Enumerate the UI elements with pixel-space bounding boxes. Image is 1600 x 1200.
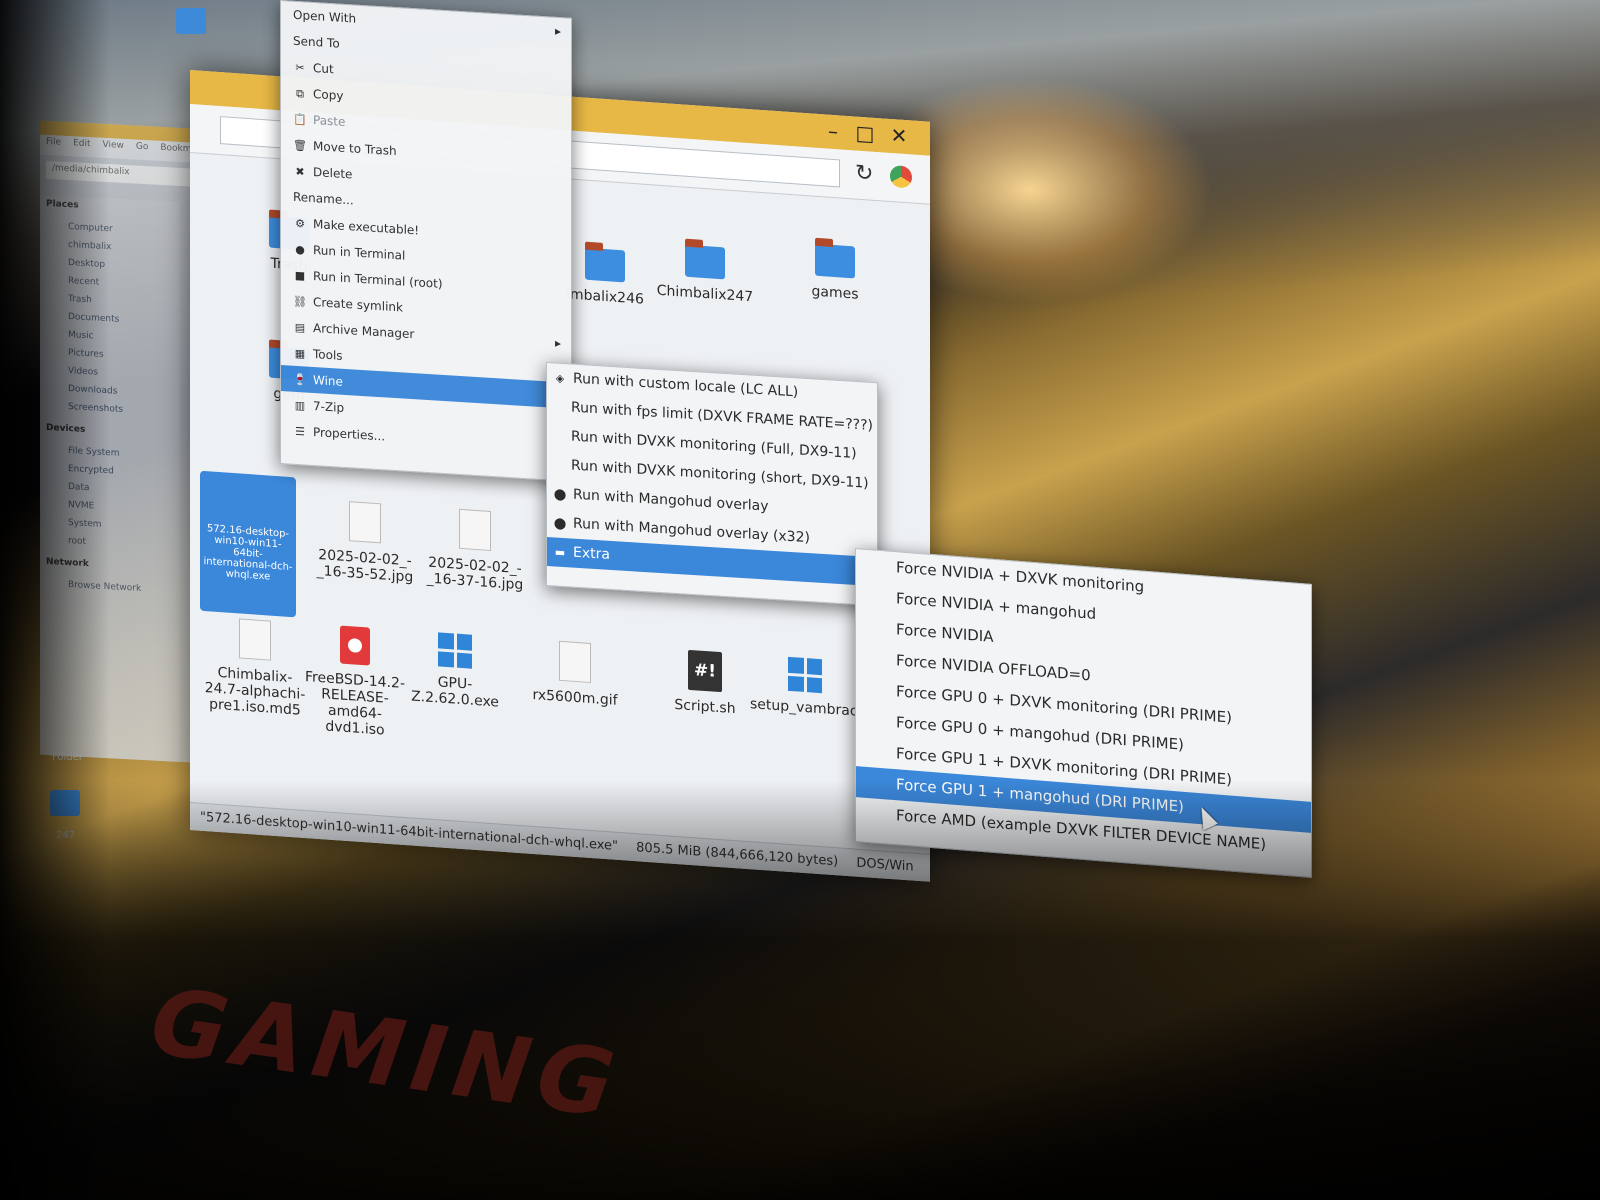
context-menu-label: Delete xyxy=(313,165,353,182)
file-item-label: games xyxy=(811,283,859,303)
file-item-label: rx5600m.gif xyxy=(532,686,618,709)
close-button[interactable]: ✕ xyxy=(886,123,912,149)
context-menu-label: Archive Manager xyxy=(313,321,415,342)
file-item[interactable]: FreeBSD-14.2-RELEASE-amd64-dvd1.iso xyxy=(300,623,410,741)
cut-icon: ✂ xyxy=(295,60,305,75)
extra-submenu: Force NVIDIA + DXVK monitoring Force NVID… xyxy=(855,548,1312,878)
file-item[interactable]: GPU-Z.2.62.0.exe xyxy=(400,630,510,712)
paste-icon: 📋 xyxy=(293,112,307,127)
context-menu-label: Move to Trash xyxy=(313,139,397,159)
context-menu-label: Run in Terminal xyxy=(313,243,406,263)
file-item[interactable]: 2025-02-02_-_16-35-52.jpg xyxy=(310,498,420,586)
context-menu-label: Run in Terminal (root) xyxy=(313,269,443,291)
selected-file-item[interactable]: 572.16-desktop-win10-win11-64bit-interna… xyxy=(200,470,296,618)
context-menu-label: Cut xyxy=(313,61,334,77)
file-item-label: setup_vambrace_cold_soul_1.11_(64bit)_(3… xyxy=(750,696,1122,738)
windows-exe-icon xyxy=(788,656,822,694)
sidebar-item[interactable]: Browse Network xyxy=(54,575,166,599)
file-item[interactable]: games xyxy=(780,241,890,305)
wine-item-icon: ⬤ xyxy=(553,487,567,502)
file-item[interactable]: #! Script.sh xyxy=(650,647,760,719)
terminal-root-icon: ■ xyxy=(294,268,306,283)
file-item[interactable]: Chimbalix247 xyxy=(650,242,760,306)
background-sidebar: Places Computer chimbalix Desktop Recent Tra… xyxy=(40,194,180,762)
chevron-right-icon: ▸ xyxy=(554,335,561,351)
wine-item-icon: ⬤ xyxy=(553,516,567,531)
wine-submenu: ◈ Run with custom locale (LC ALL) Run with… xyxy=(546,362,878,607)
browser-icon[interactable] xyxy=(890,164,912,189)
extra-menu-label: Force NVIDIA xyxy=(896,620,994,646)
file-item-label: GPU-Z.2.62.0.exe xyxy=(411,674,499,711)
context-menu-label: 7-Zip xyxy=(313,399,345,415)
bg-menu-item[interactable]: View xyxy=(103,140,124,151)
folder-icon xyxy=(685,244,725,280)
file-item-label: Chimbalix247 xyxy=(656,282,754,306)
minimize-button[interactable]: – xyxy=(820,118,846,144)
file-item[interactable]: 2025-02-02_-_16-37-16.jpg xyxy=(420,506,530,594)
context-menu-label: Make executable! xyxy=(313,217,420,238)
context-menu-label: Open With xyxy=(293,7,357,26)
file-icon xyxy=(559,640,591,684)
file-item[interactable]: Chimbalix-24.7-alphachi-pre1.iso.md5 xyxy=(200,616,310,720)
reload-icon[interactable]: ↻ xyxy=(855,161,873,187)
folder-icon xyxy=(815,243,855,279)
bg-menu-item[interactable]: Go xyxy=(136,142,148,153)
file-icon xyxy=(349,501,381,544)
desktop-folder-icon[interactable] xyxy=(50,790,80,816)
chevron-right-icon: ▸ xyxy=(554,23,561,39)
copy-icon: ⧉ xyxy=(296,86,304,101)
bg-menu-item[interactable]: File xyxy=(46,137,61,148)
context-menu-label: Copy xyxy=(313,87,344,103)
file-icon xyxy=(239,618,271,661)
wine-menu-label: Extra xyxy=(573,544,610,563)
wine-icon: 🍷 xyxy=(293,372,307,387)
file-item-label: Chimbalix-24.7-alphachi-pre1.iso.md5 xyxy=(204,664,306,719)
zip-icon: ▥ xyxy=(294,398,306,413)
properties-icon: ☰ xyxy=(295,424,305,439)
context-menu-label: Paste xyxy=(313,113,346,129)
folder-icon xyxy=(585,247,625,283)
context-menu: Open With ▸ Send To ✂ Cut ⧉ Copy 📋 Paste 🗑 Move to… xyxy=(280,0,572,482)
desktop-folder-label: 247 xyxy=(56,830,76,841)
context-menu-label: Send To xyxy=(293,33,340,51)
context-menu-label: Rename... xyxy=(293,189,354,208)
trash-icon: 🗑 xyxy=(293,138,307,153)
context-menu-label: Wine xyxy=(313,373,343,389)
bg-menu-item[interactable]: Edit xyxy=(73,138,90,149)
link-icon: ⛓ xyxy=(293,294,307,309)
tools-icon: ▦ xyxy=(294,346,306,361)
desktop-folder-icon[interactable] xyxy=(176,8,206,34)
disc-image-icon xyxy=(340,625,370,666)
wine-item-icon: ◈ xyxy=(555,371,565,386)
status-type: DOS/Win xyxy=(856,855,914,875)
context-menu-label: Properties... xyxy=(313,425,386,444)
file-item-label: 2025-02-02_-_16-35-52.jpg xyxy=(316,546,414,586)
archive-icon: ▤ xyxy=(294,320,306,335)
executable-icon: ⚙ xyxy=(295,216,305,231)
file-item-label: 2025-02-02_-_16-37-16.jpg xyxy=(426,554,524,594)
terminal-icon: ● xyxy=(295,242,305,257)
file-item-label: Script.sh xyxy=(674,696,736,718)
windows-exe-icon xyxy=(438,632,472,669)
script-icon: #! xyxy=(688,649,722,693)
file-icon xyxy=(459,508,491,552)
context-menu-label: Tools xyxy=(313,347,343,363)
selected-file-label: 572.16-desktop-win10-win11-64bit-interna… xyxy=(203,523,293,583)
wine-menu-label: Run with Mangohud overlay xyxy=(573,486,769,515)
file-item-label: FreeBSD-14.2-RELEASE-amd64-dvd1.iso xyxy=(304,669,405,739)
file-item[interactable]: setup_vambrace_cold_soul_1.11_(64bit)_(3… xyxy=(750,654,1122,738)
file-item[interactable]: rx5600m.gif xyxy=(520,638,630,710)
context-menu-label: Create symlink xyxy=(313,295,403,315)
maximize-button[interactable]: □ xyxy=(852,120,878,146)
wine-item-icon: ▬ xyxy=(554,545,566,560)
delete-icon: ✖ xyxy=(295,164,305,179)
